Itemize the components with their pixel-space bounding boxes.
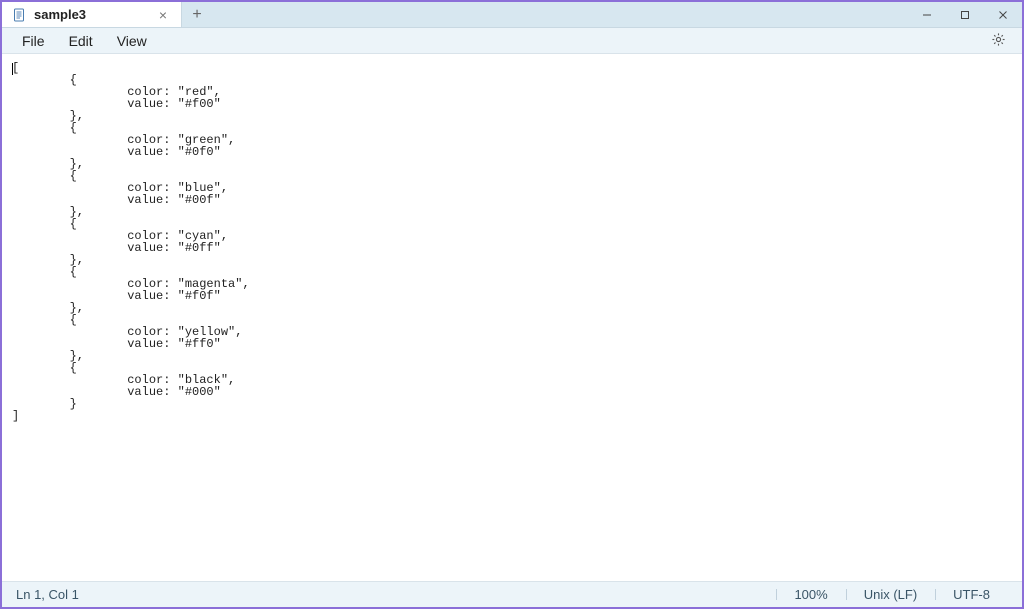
- tab-close-button[interactable]: ×: [155, 7, 171, 23]
- window-controls: [908, 2, 1022, 27]
- gear-icon: [991, 32, 1006, 50]
- editor-area[interactable]: [ { color: "red", value: "#f00" }, { col…: [2, 54, 1022, 581]
- menu-edit[interactable]: Edit: [57, 30, 105, 52]
- title-bar: sample3 × +: [2, 2, 1022, 28]
- menu-bar: File Edit View: [2, 28, 1022, 54]
- tab-active[interactable]: sample3 ×: [2, 2, 182, 27]
- line-ending[interactable]: Unix (LF): [846, 587, 935, 602]
- new-tab-button[interactable]: +: [182, 2, 212, 27]
- menu-file[interactable]: File: [10, 30, 57, 52]
- cursor-position[interactable]: Ln 1, Col 1: [16, 587, 79, 602]
- zoom-level[interactable]: 100%: [776, 587, 845, 602]
- status-bar: Ln 1, Col 1 100% Unix (LF) UTF-8: [2, 581, 1022, 607]
- minimize-button[interactable]: [908, 2, 946, 27]
- editor-content[interactable]: [ { color: "red", value: "#f00" }, { col…: [12, 62, 1012, 422]
- close-window-button[interactable]: [984, 2, 1022, 27]
- maximize-button[interactable]: [946, 2, 984, 27]
- menu-view[interactable]: View: [105, 30, 159, 52]
- tab-title: sample3: [34, 7, 147, 22]
- encoding[interactable]: UTF-8: [935, 587, 1008, 602]
- file-icon: [12, 8, 26, 22]
- settings-button[interactable]: [983, 29, 1014, 53]
